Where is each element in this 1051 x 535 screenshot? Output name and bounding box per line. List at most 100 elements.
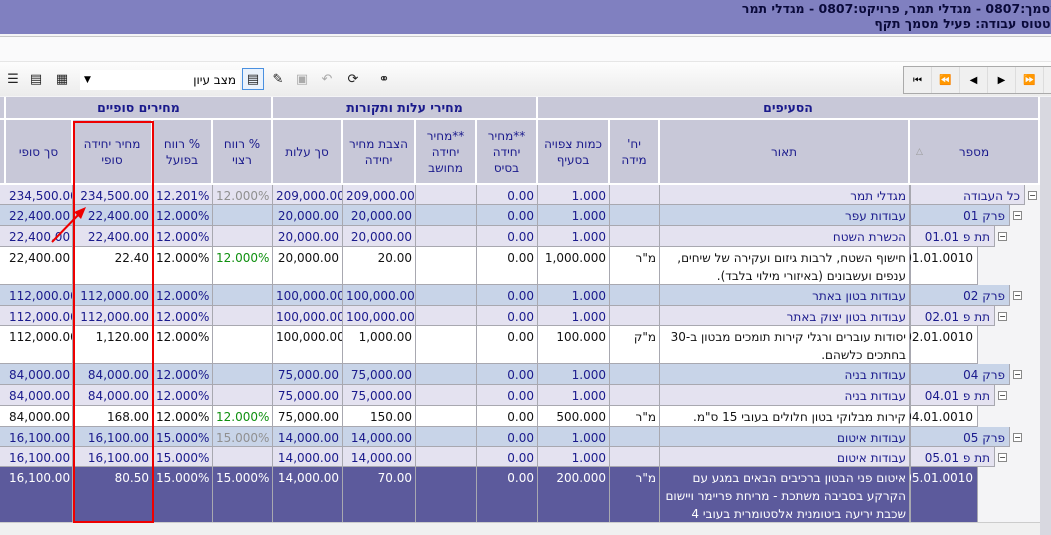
cell-desired[interactable] (213, 326, 273, 364)
cell-qty: 1.000 (538, 226, 610, 247)
table-row[interactable]: 112,000.00 1,120.00 12.000% 100,000.00 1,000… (0, 326, 1040, 364)
cell-desired[interactable] (213, 226, 273, 247)
cell-desired[interactable]: 15.000% (213, 427, 273, 447)
collapse-toggle-icon[interactable]: − (1013, 433, 1022, 442)
binoculars-icon[interactable]: ⚭ (373, 68, 395, 90)
next-icon[interactable]: ▶ (988, 67, 1016, 93)
refresh-icon[interactable]: ⟳ (342, 68, 364, 90)
save-icon[interactable]: ▣ (291, 68, 313, 90)
horizontal-scrollbar[interactable] (0, 522, 1040, 535)
vertical-scrollbar[interactable] (1040, 97, 1051, 535)
collapse-toggle-icon[interactable]: − (1013, 370, 1022, 379)
undo-icon[interactable]: ↶ (316, 68, 338, 90)
cell-desired[interactable]: 12.000% (213, 406, 273, 427)
collapse-toggle-icon[interactable]: − (998, 232, 1007, 241)
item-number[interactable]: תת פ 01.01 (910, 226, 995, 247)
cell-unit (610, 385, 660, 406)
table-row[interactable]: 84,000.00 168.00 12.000% 12.000% 75,000.00 15… (0, 406, 1040, 427)
document-icon[interactable]: ▤ (242, 68, 264, 90)
column-header-unit_final[interactable]: מחיר יחידה סופי (73, 120, 153, 185)
cell-desc: יסודות עוברים ורגלי קירות תומכים מבטון ב… (660, 326, 910, 364)
cell-set[interactable]: 20,000.00 (343, 226, 416, 247)
first-icon[interactable]: ⏮ (904, 67, 932, 93)
next-page-icon[interactable]: ⏩ (1016, 67, 1044, 93)
cell-desired[interactable]: 12.000% (213, 247, 273, 285)
collapse-toggle-icon[interactable]: − (998, 312, 1007, 321)
table-row[interactable]: 16,100.00 16,100.00 15.000% 14,000.00 14,000… (0, 447, 1040, 467)
cell-desired[interactable] (213, 205, 273, 226)
cell-base: 0.00 (477, 247, 538, 285)
collapse-toggle-icon[interactable]: − (998, 453, 1007, 462)
item-number[interactable]: פרק 05 (910, 427, 1010, 447)
collapse-toggle-icon[interactable]: − (998, 391, 1007, 400)
table-row[interactable]: 84,000.00 84,000.00 12.000% 75,000.00 75,000… (0, 364, 1040, 385)
grid-icon[interactable]: ▦ (51, 68, 73, 90)
item-number[interactable]: 01.01.0010 (910, 247, 978, 285)
column-header-actual[interactable]: % רווח בפועל (153, 120, 213, 185)
prev-page-icon[interactable]: ⏪ (932, 67, 960, 93)
column-header-desired[interactable]: % רווח רצוי (213, 120, 273, 185)
column-header-base[interactable]: **מחיר יחידה בסיס (477, 120, 538, 185)
cell-desired[interactable] (213, 385, 273, 406)
column-header-cost[interactable]: סך עלות (273, 120, 343, 185)
column-header-num[interactable]: △ מספר (910, 120, 1040, 185)
column-header-desc[interactable]: תאור (660, 120, 910, 185)
cell-set[interactable]: 1,000.00 (343, 326, 416, 364)
table-row[interactable]: 22,400.00 22,400.00 12.000% 20,000.00 20,000… (0, 205, 1040, 226)
cell-set[interactable]: 75,000.00 (343, 364, 416, 385)
toolbar: ☰ ▤ ▦ מצב עיון ▼ ▤ ✎ ▣ ↶ ⟳ ⚭ ⏮ ⏪ ◀ ▶ ⏩ (0, 62, 1051, 96)
cell-set[interactable]: 20,000.00 (343, 205, 416, 226)
cell-set[interactable]: 100,000.00 (343, 285, 416, 306)
collapse-toggle-icon[interactable]: − (1028, 191, 1037, 200)
prev-icon[interactable]: ◀ (960, 67, 988, 93)
cell-set[interactable]: 150.00 (343, 406, 416, 427)
cell-desired[interactable] (213, 364, 273, 385)
collapse-toggle-icon[interactable]: − (1013, 211, 1022, 220)
item-number[interactable]: פרק 04 (910, 364, 1010, 385)
cell-set[interactable]: 14,000.00 (343, 447, 416, 467)
collapse-toggle-icon[interactable]: − (1013, 291, 1022, 300)
cell-base: 0.00 (477, 226, 538, 247)
cell-cost: 75,000.00 (273, 406, 343, 427)
cell-calc (416, 205, 477, 226)
column-header-unit[interactable]: יח' מידה (610, 120, 660, 185)
column-header-qty[interactable]: כמות צפויה בסעיף (538, 120, 610, 185)
item-number[interactable]: פרק 01 (910, 205, 1010, 226)
cell-unit (610, 205, 660, 226)
cell-set[interactable]: 75,000.00 (343, 385, 416, 406)
table-row[interactable]: 112,000.00 112,000.00 12.000% 100,000.00 100… (0, 306, 1040, 326)
cell-set[interactable]: 20.00 (343, 247, 416, 285)
item-number[interactable]: פרק 02 (910, 285, 1010, 306)
cell-desired[interactable] (213, 306, 273, 326)
table-row[interactable]: 16,100.00 16,100.00 15.000% 15.000% 14,000.0… (0, 427, 1040, 447)
cell-desired[interactable] (213, 285, 273, 306)
cell-desired[interactable]: 12.000% (213, 185, 273, 205)
cell-desired[interactable] (213, 447, 273, 467)
cell-desc: עבודות עפר (660, 205, 910, 226)
header-group-items: הסעיפים (538, 97, 1040, 120)
table-row[interactable]: 84,000.00 84,000.00 12.000% 75,000.00 75,000… (0, 385, 1040, 406)
edit-document-icon[interactable]: ✎ (267, 68, 289, 90)
cell-unit_final: 22,400.00 (73, 226, 153, 247)
table-row[interactable]: 22,400.00 22,400.00 12.000% 20,000.00 20,000… (0, 226, 1040, 247)
expand-icon[interactable]: ☰ (2, 68, 24, 90)
cell-set[interactable]: 100,000.00 (343, 306, 416, 326)
cell-set[interactable]: 209,000.00 (343, 185, 416, 205)
collapse-icon[interactable]: ▤ (25, 68, 47, 90)
cell-calc (416, 406, 477, 427)
item-number[interactable]: תת פ 02.01 (910, 306, 995, 326)
table-row[interactable]: 22,400.00 22.40 12.000% 12.000% 20,000.00 20.… (0, 247, 1040, 285)
item-number[interactable]: 02.01.0010 (910, 326, 978, 364)
table-row[interactable]: 234,500.00 234,500.00 12.201% 12.000% 209,00… (0, 185, 1040, 205)
column-header-total[interactable]: סך סופי (6, 120, 73, 185)
column-header-set[interactable]: הצבת מחיר יחידה (343, 120, 416, 185)
view-mode-select[interactable]: מצב עיון ▼ (80, 70, 240, 90)
cell-set[interactable]: 14,000.00 (343, 427, 416, 447)
table-row[interactable]: 112,000.00 112,000.00 12.000% 100,000.00 100… (0, 285, 1040, 306)
item-number[interactable]: תת פ 05.01 (910, 447, 995, 467)
cell-actual: 15.000% (153, 427, 213, 447)
column-header-calc[interactable]: **מחיר יחידה מחושב (416, 120, 477, 185)
item-number[interactable]: 04.01.0010 (910, 406, 978, 427)
item-number[interactable]: כל העבודה (910, 185, 1025, 205)
item-number[interactable]: תת פ 04.01 (910, 385, 995, 406)
